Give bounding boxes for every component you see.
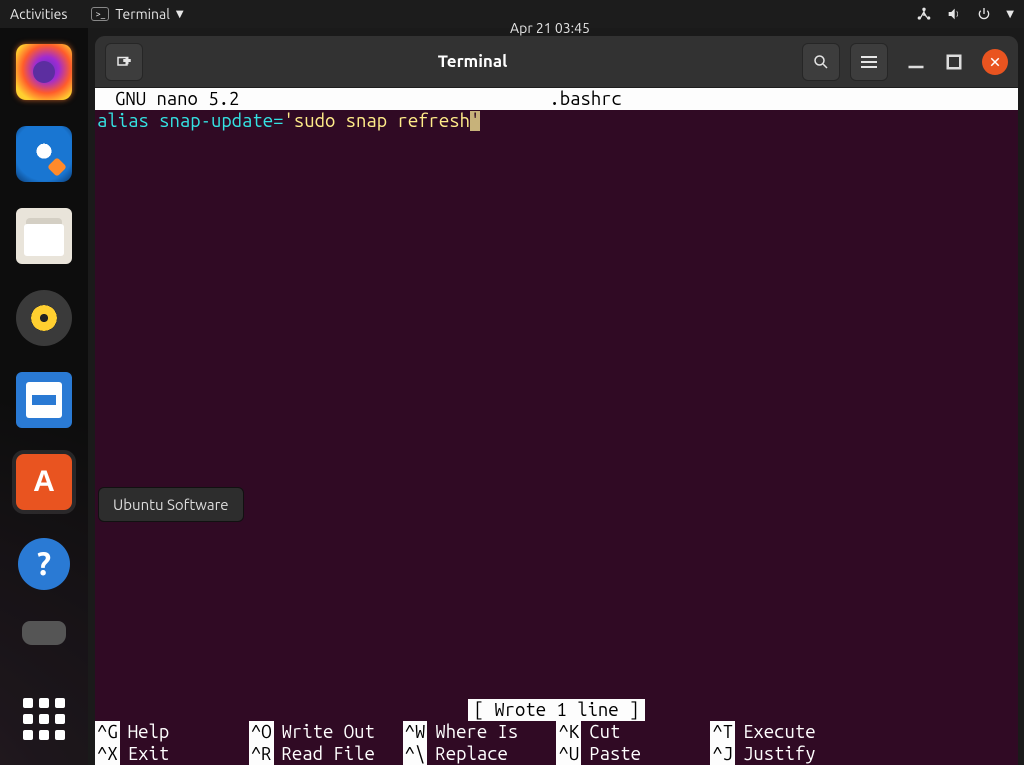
dock-item-thunderbird[interactable]: [12, 122, 76, 186]
firefox-icon: [16, 44, 72, 100]
nano-shortcut: ^TExecute: [710, 721, 864, 743]
nano-shortcut: ^KCut: [556, 721, 710, 743]
nano-text-keyword: alias snap-update=: [97, 111, 283, 131]
help-icon: ?: [18, 538, 70, 590]
nano-text-string-body: sudo snap refresh: [294, 111, 470, 131]
nano-status-message: [ Wrote 1 line ]: [468, 699, 646, 721]
nano-cursor: ': [470, 111, 480, 131]
dock-item-ubuntu-software[interactable]: A: [12, 450, 76, 514]
terminal-window: Terminal GNU nano 5.2 .bashrc alias snap…: [95, 36, 1018, 765]
nano-shortcut-row: ^GHelp ^OWrite Out ^WWhere Is ^KCut ^TEx…: [95, 721, 1018, 743]
nano-shortcut: [864, 743, 1018, 765]
nano-footer: [ Wrote 1 line ] ^GHelp ^OWrite Out ^WWh…: [95, 699, 1018, 765]
volume-icon[interactable]: [946, 6, 962, 22]
rhythmbox-icon: [16, 290, 72, 346]
nano-shortcut: ^OWrite Out: [249, 721, 403, 743]
search-icon: [812, 53, 830, 71]
trash-icon: [22, 621, 66, 645]
nano-shortcut: ^XExit: [95, 743, 249, 765]
nano-file-name: .bashrc: [159, 88, 1012, 110]
close-icon: [989, 56, 1001, 68]
files-icon: [16, 208, 72, 264]
nano-shortcut-row: ^XExit ^RRead File ^\Replace ^UPaste ^JJ…: [95, 743, 1018, 765]
system-tray[interactable]: ▼: [916, 6, 1014, 22]
nano-text-string-open: ': [283, 111, 293, 131]
nano-shortcut: ^JJustify: [710, 743, 864, 765]
nano-shortcut: ^RRead File: [249, 743, 403, 765]
nano-shortcut: ^UPaste: [556, 743, 710, 765]
window-titlebar: Terminal: [95, 36, 1018, 88]
nano-header: GNU nano 5.2 .bashrc: [95, 88, 1018, 110]
nano-shortcut: ^\Replace: [403, 743, 557, 765]
dock: A ?: [0, 28, 88, 765]
dock-item-rhythmbox[interactable]: [12, 286, 76, 350]
new-tab-icon: [115, 53, 133, 71]
topbar-clock: Apr 21 03:45: [510, 14, 590, 42]
minimize-button[interactable]: [906, 52, 926, 72]
power-icon[interactable]: [976, 6, 992, 22]
activities-button[interactable]: Activities: [10, 6, 67, 22]
dock-item-firefox[interactable]: [12, 40, 76, 104]
dock-item-files[interactable]: [12, 204, 76, 268]
nano-shortcut: ^GHelp: [95, 721, 249, 743]
hamburger-menu-button[interactable]: [850, 43, 888, 81]
terminal-icon: >_: [91, 7, 109, 21]
app-menu[interactable]: >_ Terminal ▼: [91, 6, 183, 22]
nano-shortcut: ^WWhere Is: [403, 721, 557, 743]
close-button[interactable]: [982, 49, 1008, 75]
gnome-topbar: Activities >_ Terminal ▼ Apr 21 03:45 ▼: [0, 0, 1024, 28]
ubuntu-software-icon: A: [16, 454, 72, 510]
dock-item-libreoffice-writer[interactable]: [12, 368, 76, 432]
thunderbird-icon: [16, 126, 72, 182]
new-tab-button[interactable]: [105, 43, 143, 81]
minimize-icon: [906, 52, 926, 72]
apps-grid-icon: [23, 698, 65, 740]
show-applications-button[interactable]: [12, 687, 76, 751]
terminal-content[interactable]: GNU nano 5.2 .bashrc alias snap-update='…: [95, 88, 1018, 765]
nano-shortcut: [864, 721, 1018, 743]
window-title: Terminal: [153, 52, 792, 71]
app-menu-label: Terminal: [115, 6, 170, 22]
dock-tooltip: Ubuntu Software: [98, 487, 244, 522]
chevron-down-icon: ▼: [176, 8, 184, 20]
search-button[interactable]: [802, 43, 840, 81]
dock-item-help[interactable]: ?: [12, 532, 76, 596]
nano-editor-line[interactable]: alias snap-update='sudo snap refresh': [95, 110, 1018, 132]
libreoffice-writer-icon: [16, 372, 72, 428]
hamburger-icon: [861, 56, 877, 68]
maximize-icon: [944, 52, 964, 72]
network-icon[interactable]: [916, 6, 932, 22]
chevron-down-icon[interactable]: ▼: [1006, 8, 1014, 20]
maximize-button[interactable]: [944, 52, 964, 72]
dock-item-trash[interactable]: [12, 614, 76, 646]
